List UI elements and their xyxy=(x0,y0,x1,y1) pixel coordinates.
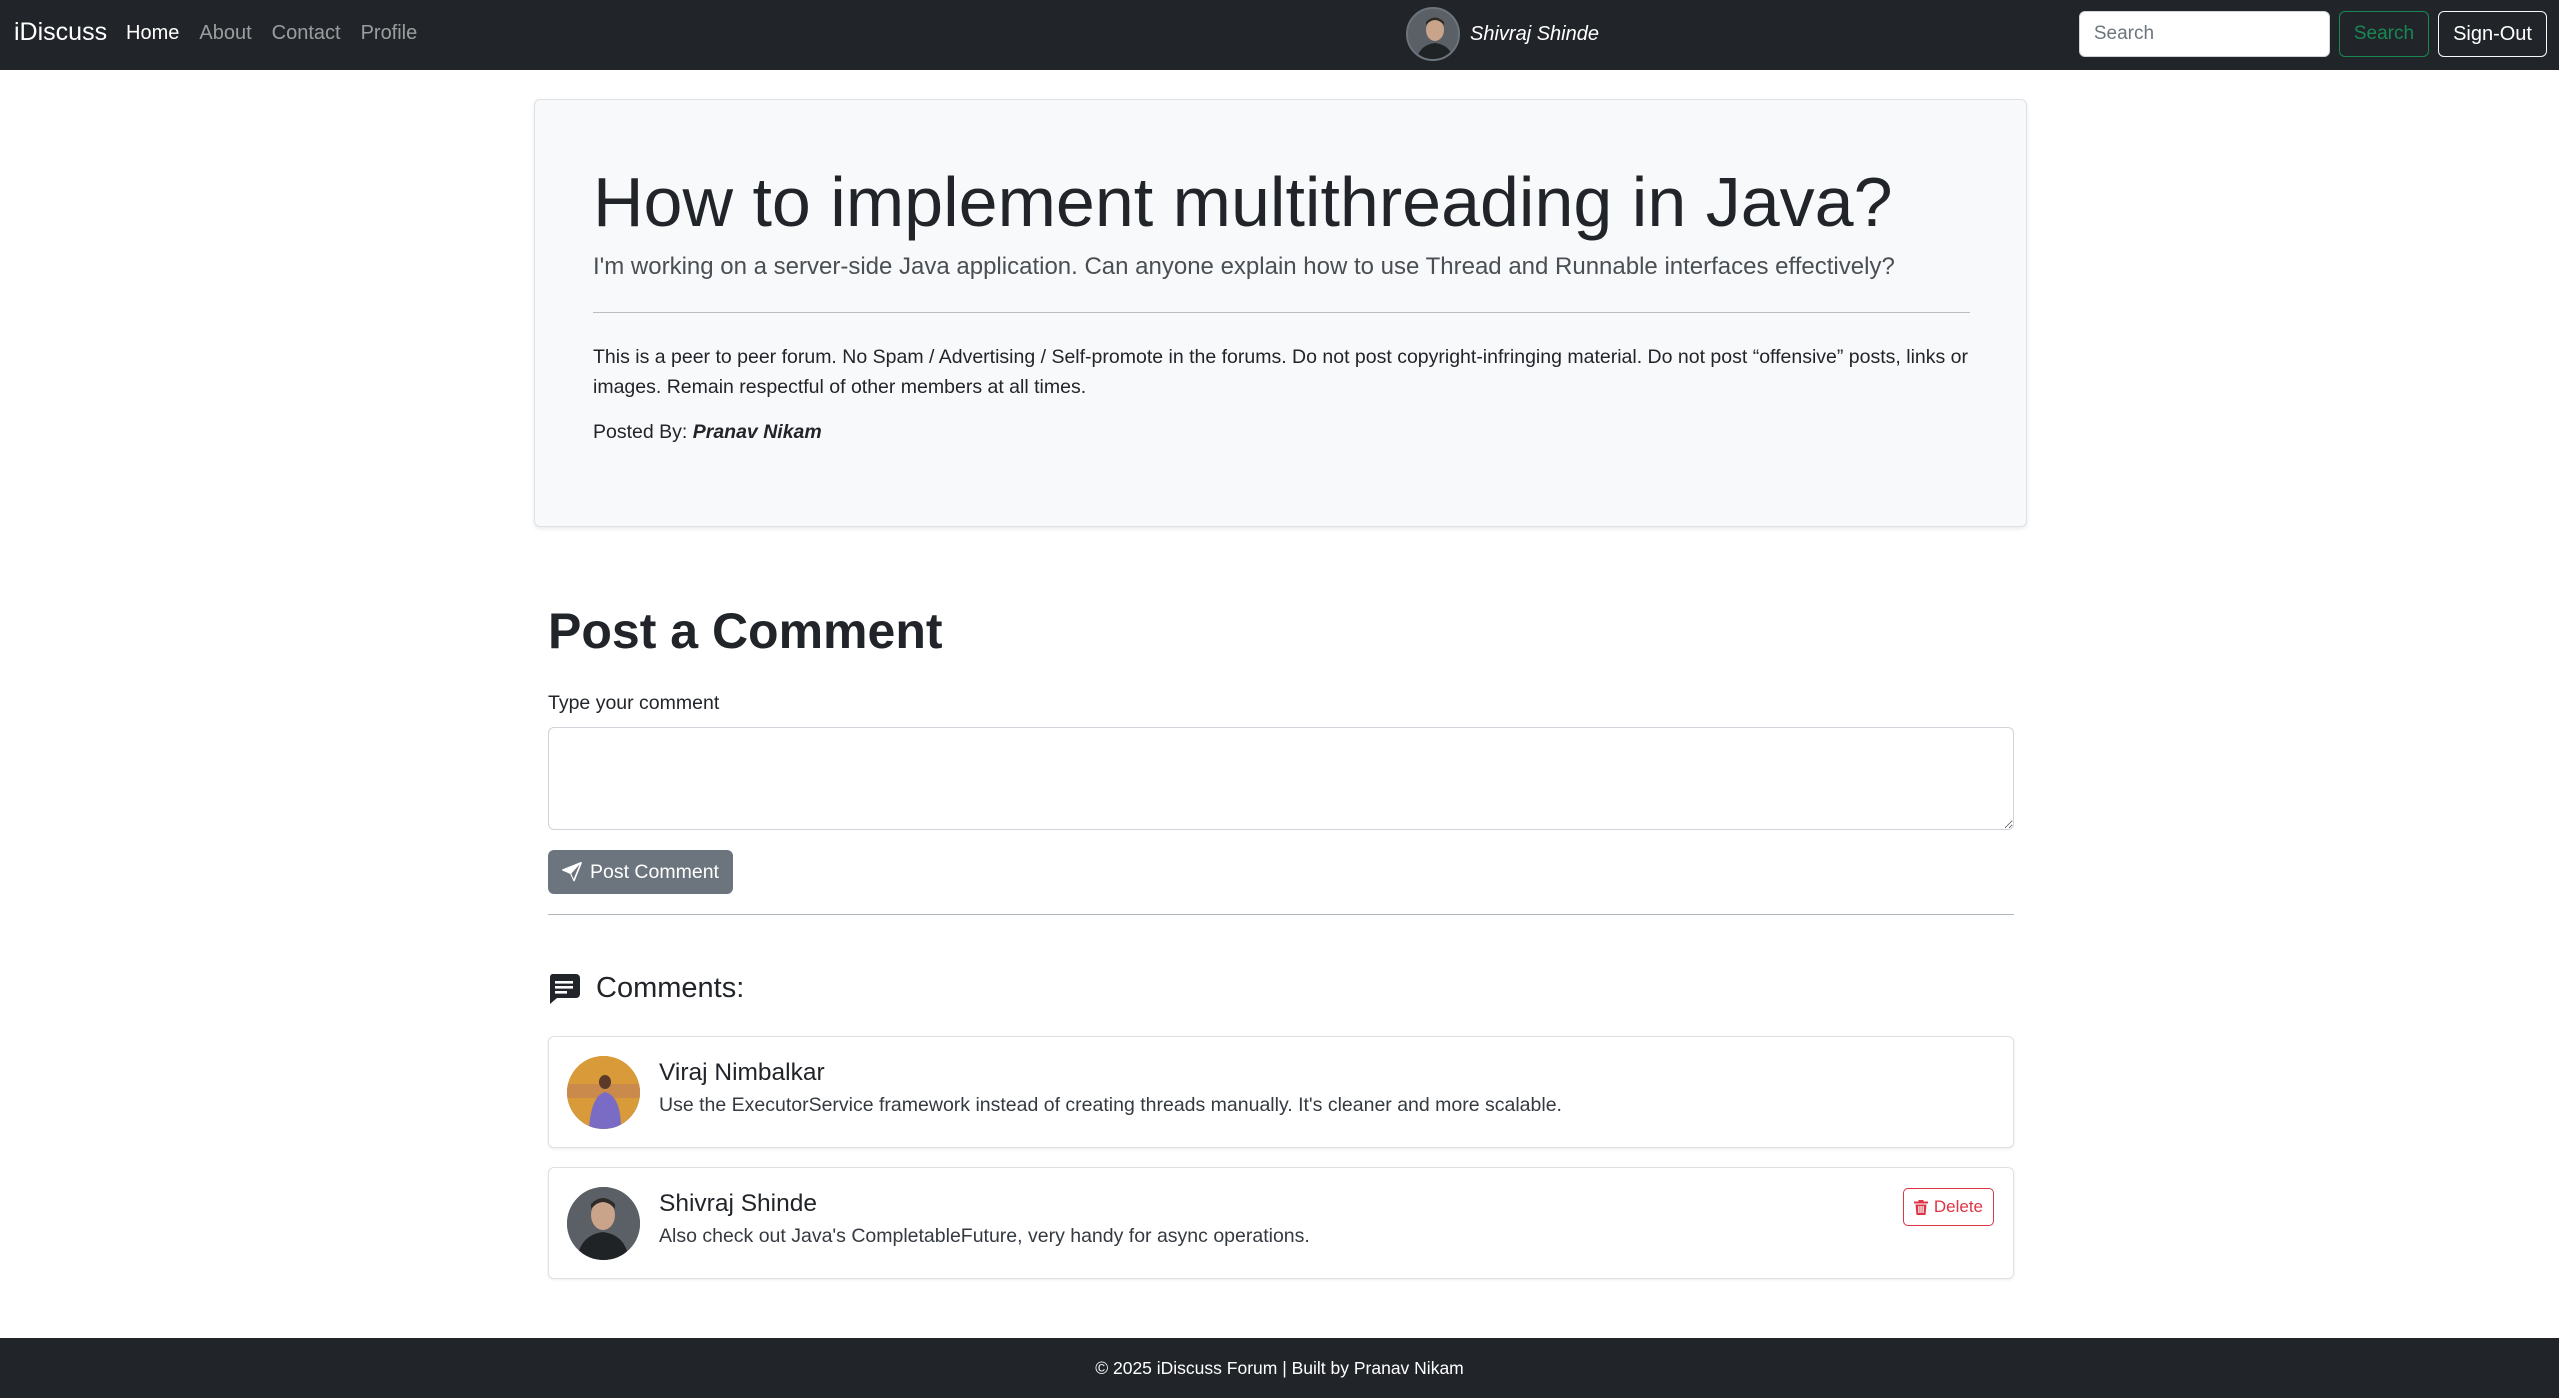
trash-icon xyxy=(1913,1199,1928,1215)
post-comment-heading: Post a Comment xyxy=(548,603,943,659)
comment-text: Also check out Java's CompletableFuture,… xyxy=(659,1225,1310,1247)
search-button[interactable]: Search xyxy=(2338,11,2430,57)
nav-link-home[interactable]: Home xyxy=(126,22,179,45)
search-input[interactable] xyxy=(2078,11,2330,57)
comment-author: Shivraj Shinde xyxy=(659,1190,817,1217)
post-comment-label: Post Comment xyxy=(590,860,719,883)
user-name: Shivraj Shinde xyxy=(1470,22,1599,45)
comment-label: Type your comment xyxy=(548,692,720,714)
footer: © 2025 iDiscuss Forum | Built by Pranav … xyxy=(0,1338,2559,1398)
person-photo-icon xyxy=(1408,9,1458,59)
nav-link-about[interactable]: About xyxy=(199,22,251,45)
question-description: I'm working on a server-side Java applic… xyxy=(593,253,1895,280)
signout-button[interactable]: Sign-Out xyxy=(2438,11,2547,57)
posted-by-label: Posted By: xyxy=(593,421,688,443)
send-icon xyxy=(562,862,582,882)
question-card: How to implement multithreading in Java?… xyxy=(534,99,2027,527)
nav-actions: Search Sign-Out xyxy=(2078,11,2547,57)
comment-textarea[interactable] xyxy=(548,727,2014,830)
comments-heading-text: Comments: xyxy=(596,972,745,1004)
question-title: How to implement multithreading in Java? xyxy=(593,163,1893,241)
divider xyxy=(548,914,2014,915)
navbar: iDiscuss Home About Contact Profile Shiv… xyxy=(0,0,2559,70)
delete-comment-button[interactable]: Delete xyxy=(1902,1188,1994,1226)
posted-by: Posted By: Pranav Nikam xyxy=(593,421,822,444)
post-comment-button[interactable]: Post Comment xyxy=(548,850,733,894)
posted-by-name: Pranav Nikam xyxy=(692,421,822,443)
comment-avatar xyxy=(567,1056,640,1129)
nav-links: Home About Contact Profile xyxy=(126,22,417,45)
comment-text: Use the ExecutorService framework instea… xyxy=(659,1094,1562,1116)
comment-author: Viraj Nimbalkar xyxy=(659,1059,825,1086)
footer-text: © 2025 iDiscuss Forum | Built by Pranav … xyxy=(1095,1357,1464,1378)
divider xyxy=(593,312,1970,313)
nav-link-profile[interactable]: Profile xyxy=(361,22,418,45)
user-avatar xyxy=(1406,7,1460,61)
forum-rules: This is a peer to peer forum. No Spam / … xyxy=(593,346,1969,398)
comment-item: Shivraj Shinde Also check out Java's Com… xyxy=(548,1167,2014,1279)
current-user: Shivraj Shinde xyxy=(1406,7,1599,61)
comments-heading: Comments: xyxy=(548,972,744,1005)
nav-link-contact[interactable]: Contact xyxy=(272,22,341,45)
comment-icon xyxy=(549,973,580,1004)
brand-logo[interactable]: iDiscuss xyxy=(14,18,107,47)
comment-avatar xyxy=(567,1187,640,1260)
person-photo-icon xyxy=(567,1056,640,1129)
delete-label: Delete xyxy=(1933,1197,1983,1216)
comment-item: Viraj Nimbalkar Use the ExecutorService … xyxy=(548,1036,2014,1148)
person-photo-icon xyxy=(567,1187,640,1260)
